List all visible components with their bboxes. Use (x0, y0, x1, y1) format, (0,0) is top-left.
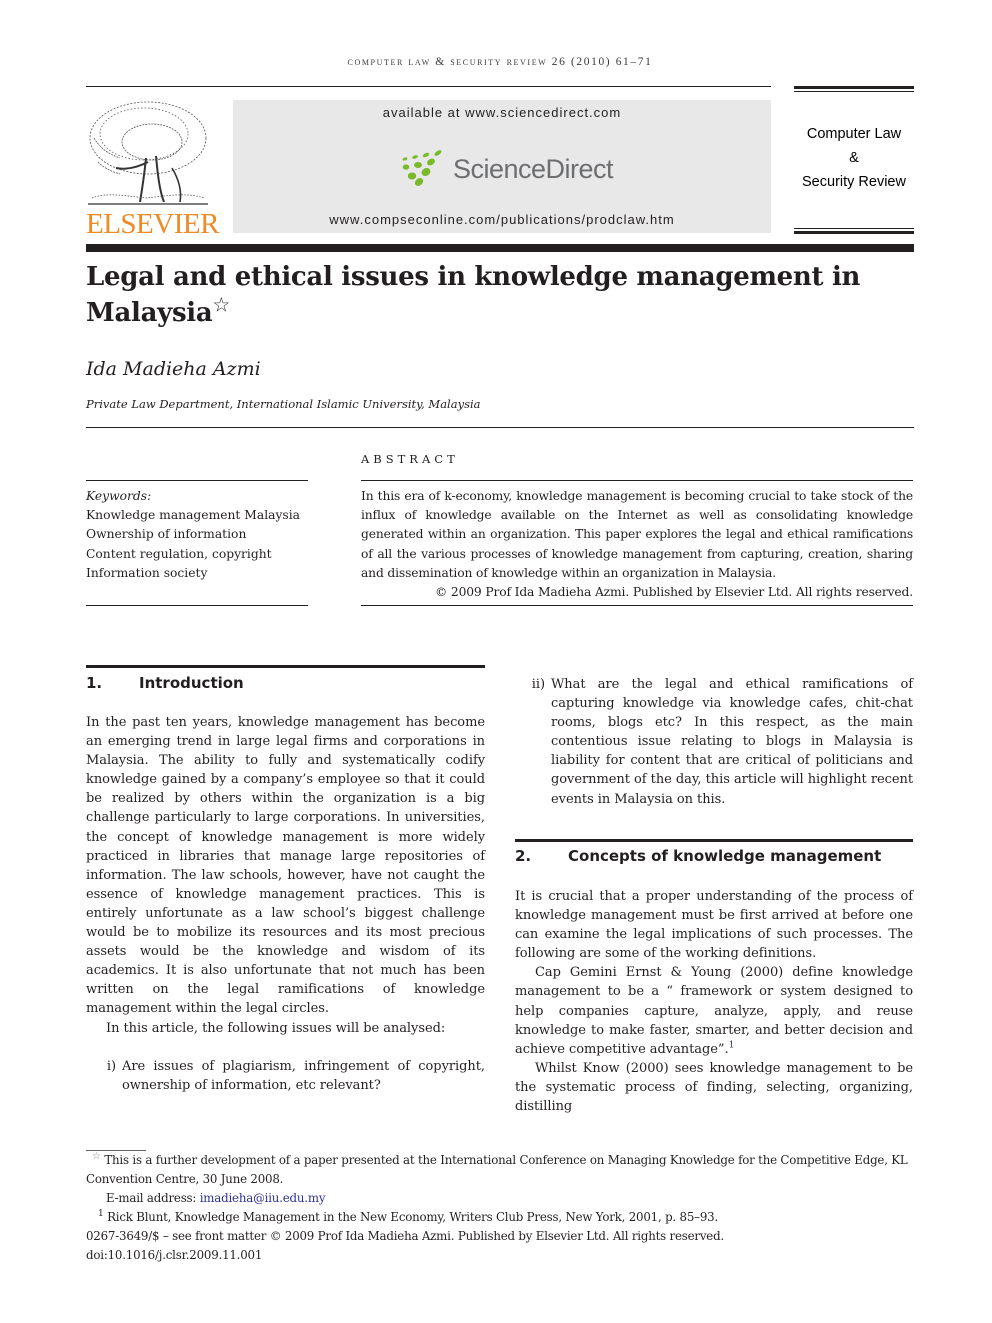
front-matter: 0267-3649/$ – see front matter © 2009 Pr… (86, 1229, 724, 1244)
elsevier-tree-logo-icon (86, 98, 210, 210)
keyword-item: Content regulation, copyright (86, 546, 272, 561)
list-marker: ii) (531, 677, 545, 692)
keywords-top-rule (86, 480, 308, 481)
abstract-heading: ABSTRACT (361, 452, 459, 466)
footnote-1-text: Rick Blunt, Knowledge Management in the … (107, 1210, 718, 1225)
keywords-bottom-rule (86, 605, 308, 606)
section-1-title: Introduction (139, 674, 244, 692)
title-block-rule (86, 427, 914, 428)
footnote-1-mark: 1 (98, 1209, 104, 1220)
section-1-heading: 1. Introduction (86, 674, 485, 692)
sciencedirect-banner: available at www.sciencedirect.com Scien… (233, 100, 771, 233)
section-2-heading: 2. Concepts of knowledge management (515, 847, 913, 865)
top-rule (86, 86, 771, 87)
section-2-number: 2. (515, 847, 532, 865)
journal-top-double-rule-thin (794, 91, 914, 92)
journal-name: Computer Law & Security Review (794, 122, 914, 194)
list-item: ii) What are the legal and ethical ramif… (515, 675, 913, 809)
abstract-bottom-rule (361, 605, 913, 606)
section-1-list-continued: ii) What are the legal and ethical ramif… (515, 675, 913, 809)
keyword-item: Ownership of information (86, 527, 247, 542)
email-label: E-mail address: (106, 1191, 197, 1206)
footnotes: ☆ This is a further development of a pap… (86, 1151, 914, 1266)
paragraph: In the past ten years, knowledge managem… (86, 715, 485, 1017)
keyword-item: Information society (86, 565, 208, 580)
paragraph: It is crucial that a proper understandin… (515, 889, 913, 962)
journal-bottom-double-rule-thin (794, 228, 914, 229)
title-footnote-star-icon[interactable]: ☆ (212, 292, 230, 316)
list-item-text: What are the legal and ethical ramificat… (551, 677, 913, 807)
abstract-block: In this era of k-economy, knowledge mana… (361, 487, 913, 602)
section-1-body: In the past ten years, knowledge managem… (86, 713, 485, 1095)
doi[interactable]: doi:10.1016/j.clsr.2009.11.001 (86, 1246, 914, 1265)
section-1-number: 1. (86, 674, 103, 692)
list-item: i) Are issues of plagiarism, infringemen… (86, 1057, 485, 1095)
elsevier-wordmark: ELSEVIER (86, 208, 219, 240)
section-2-title: Concepts of knowledge management (568, 847, 882, 865)
abstract-top-rule (361, 480, 913, 481)
list-item-text: Are issues of plagiarism, infringement o… (122, 1058, 485, 1093)
journal-name-line-2: & (849, 150, 859, 166)
sciencedirect-logo[interactable]: ScienceDirect (399, 148, 614, 188)
footnote-ref-1-link[interactable]: 1 (729, 1040, 735, 1050)
sciencedirect-dots-icon (402, 150, 442, 186)
journal-name-line-1: Computer Law (806, 126, 902, 142)
footnote-star-icon: ☆ (92, 1151, 101, 1163)
journal-top-double-rule (794, 86, 914, 89)
footnote-star: ☆ This is a further development of a pap… (86, 1151, 914, 1189)
journal-url-link[interactable]: www.compseconline.com/publications/prodc… (233, 212, 771, 227)
journal-name-line-3: Security Review (802, 174, 906, 190)
journal-bottom-double-rule (794, 231, 914, 234)
available-at-link[interactable]: available at www.sciencedirect.com (233, 105, 771, 120)
author-affiliation: Private Law Department, International Is… (86, 397, 481, 411)
abstract-copyright: © 2009 Prof Ida Madieha Azmi. Published … (434, 585, 913, 600)
header-thick-rule (86, 244, 914, 252)
keywords-label: Keywords: (86, 489, 152, 503)
section-1-rule (86, 665, 485, 668)
paragraph: Whilst Know (2000) sees knowledge manage… (515, 1060, 913, 1115)
footnote-1: 1 Rick Blunt, Knowledge Management in th… (86, 1208, 914, 1227)
article-title-text: Legal and ethical issues in knowledge ma… (86, 262, 861, 328)
author-name: Ida Madieha Azmi (86, 358, 261, 380)
abstract-text: In this era of k-economy, knowledge mana… (361, 489, 913, 580)
paragraph: In this article, the following issues wi… (106, 1020, 446, 1036)
section-2-rule (515, 839, 913, 842)
paragraph-text: Cap Gemini Ernst & Young (2000) define k… (515, 965, 913, 1057)
running-head: Computer Law & Security Review 26 (2010)… (347, 56, 653, 68)
list-marker: i) (106, 1058, 116, 1074)
footnote-email: E-mail address: imadieha@iiu.edu.my (86, 1189, 914, 1208)
sciencedirect-wordmark: ScienceDirect (453, 154, 614, 184)
section-2-body: It is crucial that a proper understandin… (515, 887, 913, 1116)
footnote-star-text: This is a further development of a paper… (86, 1153, 908, 1187)
keyword-item: Knowledge management Malaysia (86, 508, 300, 523)
paragraph: Cap Gemini Ernst & Young (2000) define k… (515, 963, 913, 1058)
email-link[interactable]: imadieha@iiu.edu.my (200, 1191, 326, 1205)
keywords-block: Keywords: Knowledge management Malaysia … (86, 487, 308, 583)
article-title: Legal and ethical issues in knowledge ma… (86, 259, 886, 331)
